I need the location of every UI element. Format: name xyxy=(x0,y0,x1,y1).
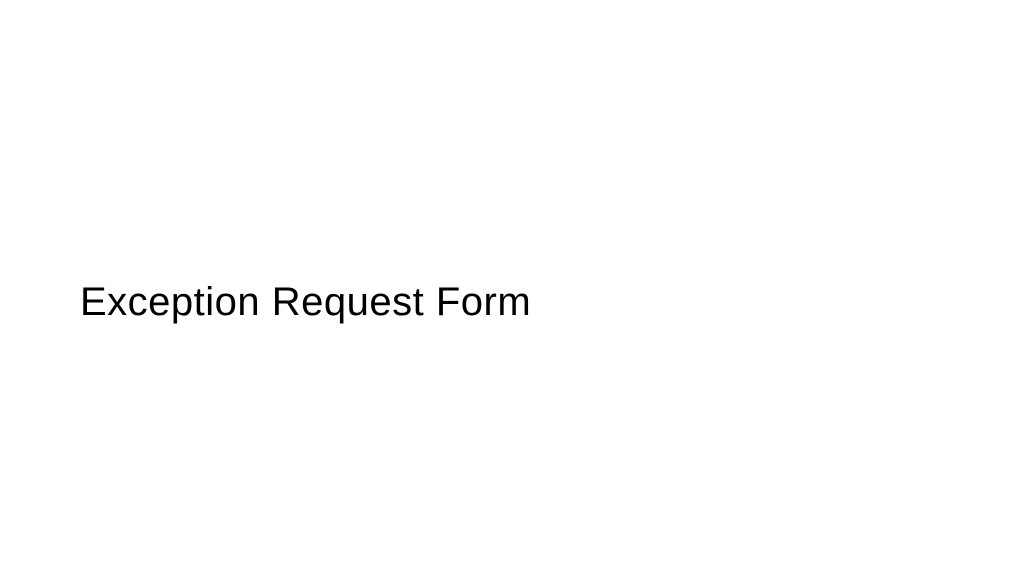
slide-content: Exception Request Form xyxy=(80,280,531,325)
slide-title: Exception Request Form xyxy=(80,280,531,325)
